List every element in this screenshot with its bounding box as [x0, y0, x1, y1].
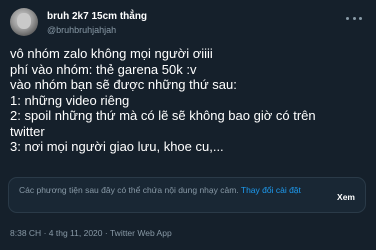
tweet-source: Twitter Web App — [109, 228, 172, 238]
user-handle[interactable]: @bruhbruhjahjah — [47, 25, 116, 35]
tweet-meta: 8:38 CH · 4 thg 11, 2020 · Twitter Web A… — [10, 228, 172, 238]
sensitive-media-notice: Các phương tiện sau đây có thể chứa nội … — [8, 177, 366, 213]
tweet-card: bruh 2k7 15cm thẳng @bruhbruhjahjah vô n… — [0, 0, 376, 250]
tweet-date[interactable]: 4 thg 11, 2020 — [49, 228, 103, 238]
change-settings-link[interactable]: Thay đổi cài đặt — [241, 185, 301, 195]
tweet-text: vô nhóm zalo không mọi người ơiiii phí v… — [10, 46, 366, 155]
meta-separator: · — [104, 228, 108, 238]
more-options-icon[interactable] — [346, 12, 362, 24]
display-name[interactable]: bruh 2k7 15cm thẳng — [47, 11, 147, 22]
tweet-line: twitter — [10, 123, 45, 139]
sensitive-notice-message: Các phương tiện sau đây có thể chứa nội … — [19, 185, 239, 195]
tweet-line: 1: những video riêng — [10, 92, 130, 108]
tweet-header: bruh 2k7 15cm thẳng @bruhbruhjahjah — [10, 8, 366, 38]
view-button[interactable]: Xem — [337, 192, 355, 202]
avatar[interactable] — [10, 8, 38, 36]
tweet-line: vô nhóm zalo không mọi người ơiiii — [10, 46, 213, 61]
sensitive-notice-text: Các phương tiện sau đây có thể chứa nội … — [19, 184, 309, 196]
avatar-face — [17, 13, 31, 29]
tweet-line: vào nhóm bạn sẽ được những thứ sau: — [10, 77, 237, 92]
tweet-line: phí vào nhóm: thẻ garena 50k :v — [10, 61, 197, 77]
meta-separator: · — [43, 228, 47, 238]
tweet-line: 2: spoil những thứ mà có lẽ sẽ không bao… — [10, 108, 316, 123]
tweet-time[interactable]: 8:38 CH — [10, 228, 41, 238]
tweet-line: 3: nơi mọi người giao lưu, khoe cu,... — [10, 139, 224, 154]
